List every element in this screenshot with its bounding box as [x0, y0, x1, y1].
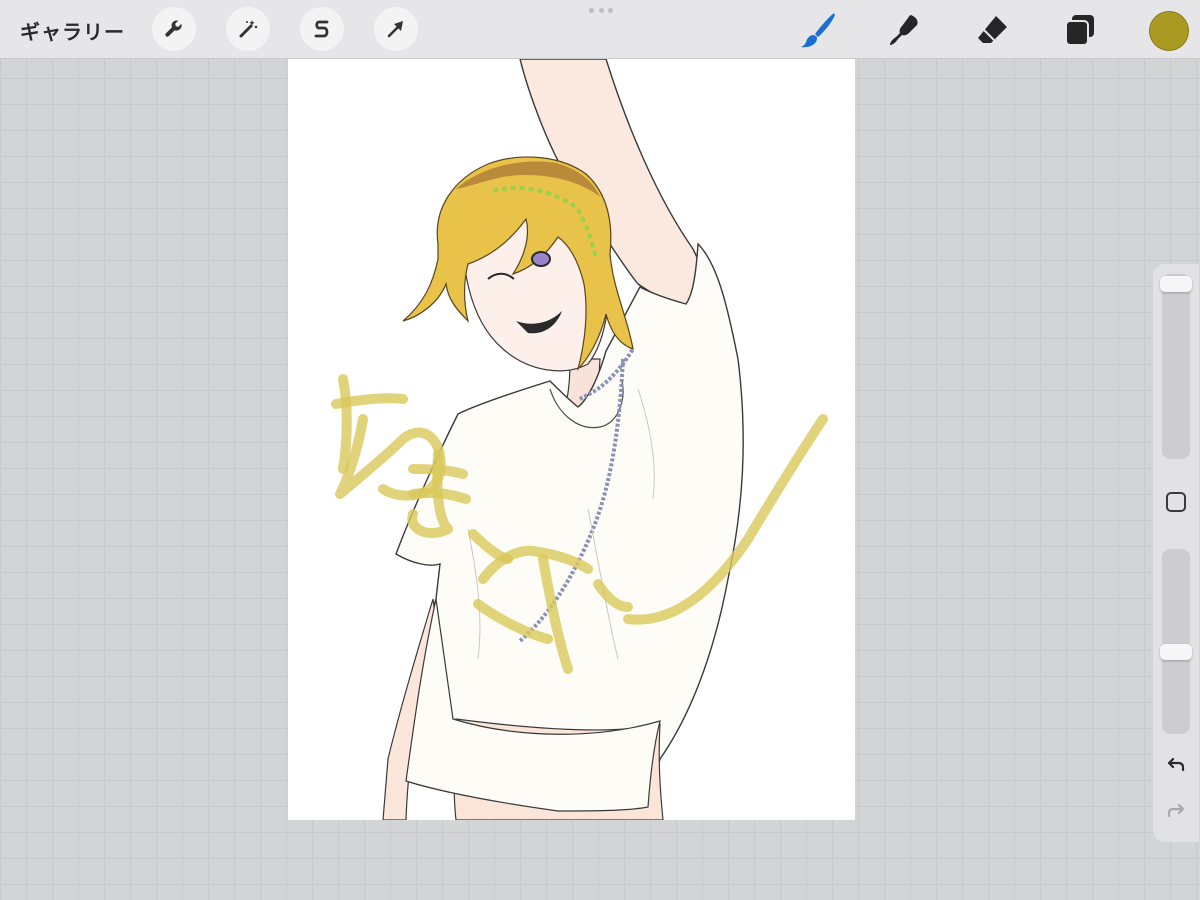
actions-button[interactable] [152, 7, 196, 51]
wrench-icon [165, 20, 182, 37]
adjustments-button[interactable] [226, 7, 270, 51]
gallery-button[interactable]: ギャラリー [20, 16, 125, 45]
brush-tool-button[interactable] [798, 10, 838, 50]
selection-button[interactable] [300, 7, 344, 51]
toolbar-grabber[interactable] [589, 8, 613, 14]
eraser-icon [978, 16, 1007, 43]
open-eye [531, 251, 551, 267]
brush-icon [801, 13, 835, 48]
opacity-slider[interactable] [1160, 549, 1192, 734]
undo-icon [1167, 757, 1185, 772]
modify-square-icon[interactable] [1166, 492, 1186, 512]
artwork [331, 59, 828, 820]
smudge-icon [890, 15, 918, 45]
selection-s-icon [314, 20, 329, 38]
magic-wand-icon [239, 20, 258, 38]
color-picker-button[interactable] [1149, 11, 1189, 51]
eraser-tool-button[interactable] [972, 10, 1012, 50]
top-toolbar: ギャラリー [0, 0, 1200, 59]
layers-button[interactable] [1060, 10, 1100, 50]
smudge-tool-button[interactable] [885, 10, 925, 50]
arrow-cursor-icon [387, 21, 403, 38]
transform-button[interactable] [374, 7, 418, 51]
brush-size-thumb[interactable] [1160, 276, 1192, 292]
layers-icon [1065, 15, 1094, 46]
side-toolbar [1153, 264, 1199, 842]
redo-button[interactable] [1161, 797, 1191, 827]
drawing-canvas[interactable] [288, 59, 855, 820]
undo-button[interactable] [1161, 751, 1191, 781]
opacity-thumb[interactable] [1160, 644, 1192, 660]
redo-icon [1167, 803, 1185, 818]
brush-size-slider[interactable] [1160, 274, 1192, 459]
